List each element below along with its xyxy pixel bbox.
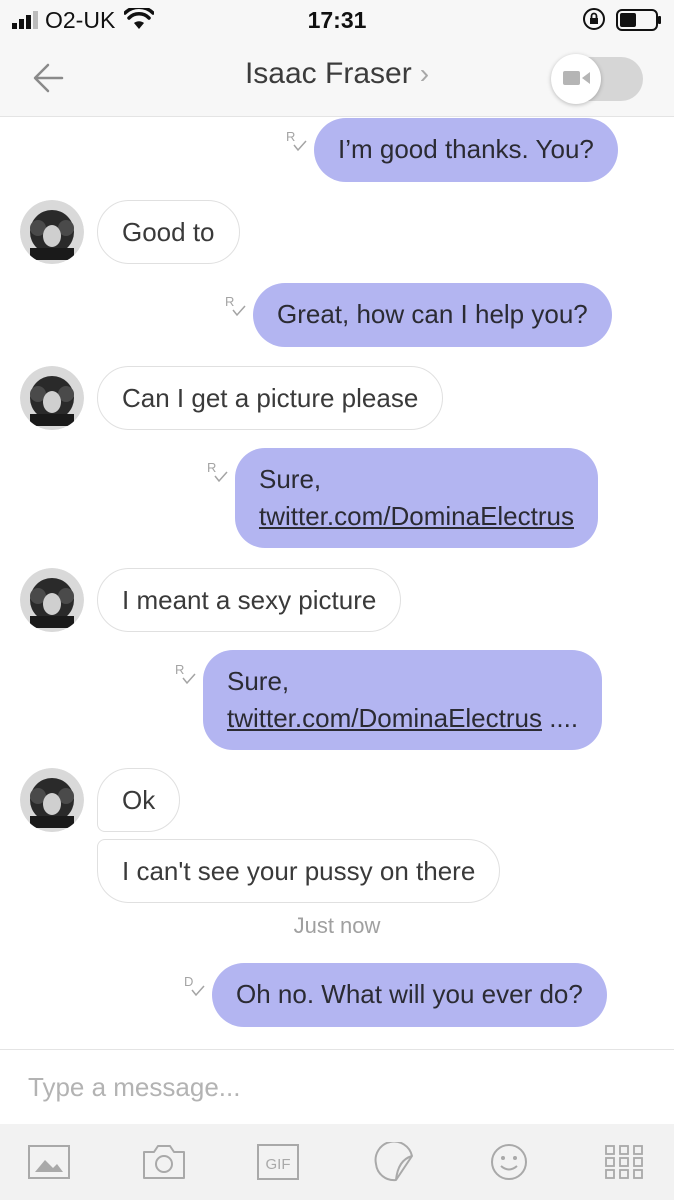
svg-text:D: D [184, 974, 193, 989]
read-receipt-icon: R [286, 129, 307, 152]
camera-icon[interactable] [142, 1142, 186, 1182]
battery-icon [616, 9, 661, 31]
emoji-icon[interactable] [487, 1142, 531, 1182]
video-call-toggle[interactable] [551, 54, 643, 104]
message-bubble-incoming[interactable]: Can I get a picture please [97, 366, 444, 430]
toggle-knob [551, 54, 601, 104]
read-receipt-icon: R [207, 460, 228, 483]
image-icon[interactable] [27, 1142, 71, 1182]
message-link[interactable]: twitter.com/DominaElectrus [259, 501, 574, 531]
gif-icon[interactable]: GIF [256, 1142, 300, 1182]
message-bubble-incoming[interactable]: I can't see your pussy on there [97, 839, 501, 903]
svg-text:R: R [286, 129, 295, 144]
chevron-right-icon: › [419, 58, 430, 89]
message-input[interactable] [26, 1064, 650, 1110]
read-receipt-icon: R [175, 662, 196, 685]
svg-text:R: R [225, 294, 234, 309]
message-bubble-outgoing[interactable]: I’m good thanks. You? [314, 118, 618, 182]
contact-name: Isaac Fraser [244, 57, 412, 90]
message-bubble-outgoing[interactable]: Sure, twitter.com/DominaElectrus [235, 448, 598, 548]
grid-apps-icon[interactable] [602, 1142, 646, 1182]
message-timestamp: Just now [293, 913, 381, 938]
sticker-icon[interactable] [372, 1142, 416, 1182]
svg-text:R: R [175, 662, 184, 677]
message-link[interactable]: twitter.com/DominaElectrus [227, 703, 542, 733]
message-composer [0, 1049, 674, 1124]
status-bar: O2-UK 17:31 [0, 0, 674, 40]
clock: 17:31 [307, 7, 367, 33]
contact-avatar[interactable] [20, 568, 84, 632]
svg-text:GIF: GIF [266, 1156, 291, 1173]
message-bubble-outgoing[interactable]: Sure, twitter.com/DominaElectrus .... [203, 650, 603, 750]
message-bubble-incoming[interactable]: Ok [97, 768, 181, 832]
read-receipt-icon: R [225, 294, 246, 317]
contact-avatar[interactable] [20, 200, 84, 264]
contact-avatar[interactable] [20, 366, 84, 430]
svg-text:R: R [207, 460, 216, 475]
video-camera-icon [563, 71, 590, 85]
composer-toolbar: GIF [0, 1124, 674, 1200]
message-bubble-outgoing[interactable]: Oh no. What will you ever do? [212, 963, 607, 1027]
rotation-lock-icon [583, 8, 605, 30]
delivered-receipt-icon: D [184, 974, 205, 997]
chat-header: Isaac Fraser › [0, 40, 674, 117]
contact-avatar[interactable] [20, 768, 84, 832]
message-bubble-incoming[interactable]: Good to [97, 200, 240, 264]
message-bubble-outgoing[interactable]: Great, how can I help you? [253, 283, 612, 347]
message-bubble-incoming[interactable]: I meant a sexy picture [97, 568, 402, 632]
